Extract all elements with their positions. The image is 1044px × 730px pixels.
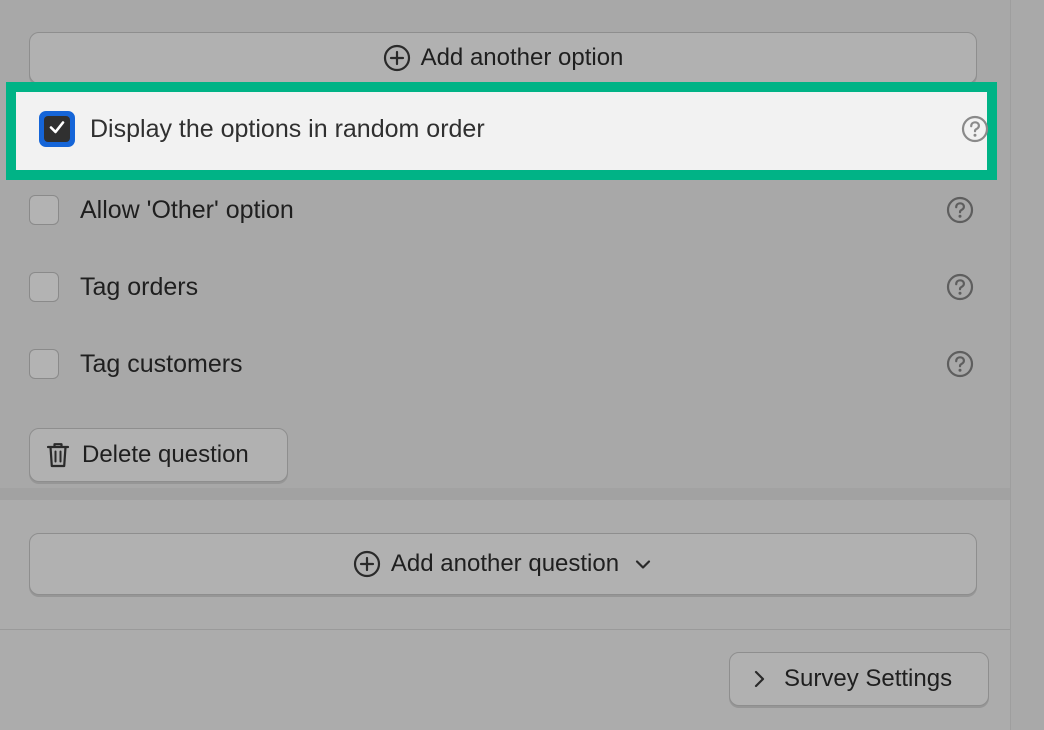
plus-circle-icon [353,550,381,578]
allow-other-checkbox[interactable] [29,195,59,225]
allow-other-label: Allow 'Other' option [80,195,294,224]
add-option-button[interactable]: Add another option [29,32,977,84]
random-order-label: Display the options in random order [90,114,485,143]
tag-orders-label: Tag orders [80,272,199,301]
chevron-down-icon [633,554,653,574]
option-row-random-order[interactable]: Display the options in random order [39,104,989,154]
add-option-label: Add another option [420,44,624,71]
survey-editor: Add another option Display the options i… [0,0,1010,730]
option-row-tag-customers[interactable]: Tag customers [29,344,977,384]
scrollbar-track[interactable] [1010,0,1044,730]
section-divider [0,488,1010,500]
tag-customers-label: Tag customers [80,349,243,378]
delete-question-button[interactable]: Delete question [29,428,288,482]
tag-orders-checkbox[interactable] [29,272,59,302]
option-row-tag-orders[interactable]: Tag orders [29,267,977,307]
question-card: Add another option Display the options i… [0,0,1010,490]
add-question-button[interactable]: Add another question [29,533,977,595]
delete-question-label: Delete question [82,441,249,468]
question-circle-icon[interactable] [961,115,989,143]
question-circle-icon[interactable] [946,350,974,378]
trash-icon [46,441,70,469]
checkmark-icon [47,117,67,142]
survey-settings-button[interactable]: Survey Settings [729,652,989,706]
survey-settings-label: Survey Settings [784,665,953,692]
chevron-right-icon [752,668,768,690]
question-circle-icon[interactable] [946,196,974,224]
option-row-allow-other[interactable]: Allow 'Other' option [29,190,977,230]
tag-customers-checkbox[interactable] [29,349,59,379]
add-question-label: Add another question [390,550,620,577]
random-order-checkbox[interactable] [39,111,75,147]
plus-circle-icon [383,44,411,72]
highlighted-option-row: Display the options in random order [6,82,997,180]
footer-divider [0,629,1010,630]
question-circle-icon[interactable] [946,273,974,301]
